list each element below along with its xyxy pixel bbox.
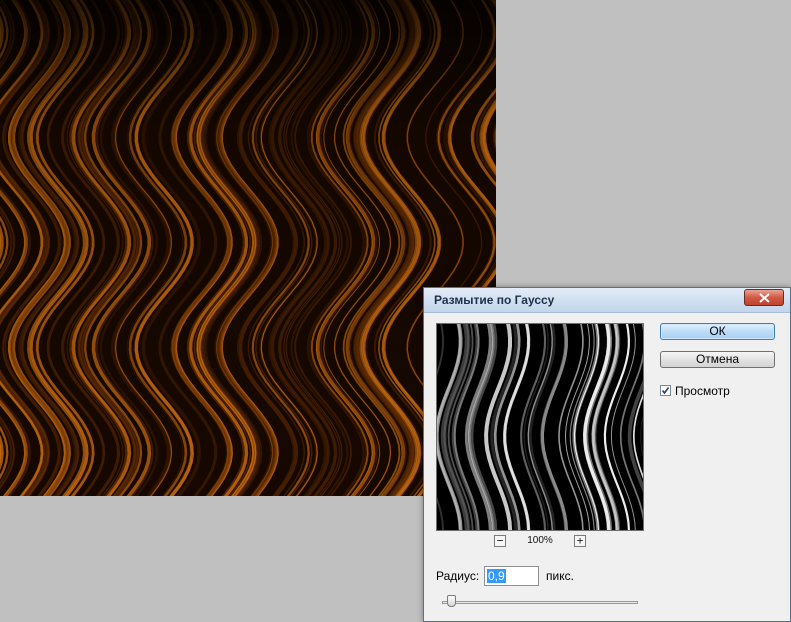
document-canvas[interactable] [0,0,496,496]
cancel-button[interactable]: Отмена [660,351,775,368]
gaussian-blur-dialog: Размытие по Гауссу − 100% + ОК Отмена Пр… [423,287,791,622]
close-icon [759,293,770,303]
zoom-out-button[interactable]: − [494,535,506,547]
dialog-title: Размытие по Гауссу [434,293,555,307]
radius-input[interactable]: 0,9 [484,566,539,586]
dialog-titlebar[interactable]: Размытие по Гауссу [424,288,790,313]
radius-slider-thumb[interactable] [447,595,456,607]
zoom-level: 100% [527,535,553,546]
radius-slider-track[interactable] [442,601,638,604]
preview-checkbox-label: Просмотр [675,384,730,398]
radius-unit-label: пикс. [546,569,574,583]
preview-checkbox[interactable] [660,385,671,396]
radius-value: 0,9 [487,569,506,583]
radius-label: Радиус: [436,569,480,583]
hair-texture-image [0,0,496,496]
zoom-in-button[interactable]: + [574,535,586,547]
preview-pane[interactable] [436,323,644,531]
close-button[interactable] [744,289,784,306]
blur-preview-image [437,324,643,530]
checkmark-icon [661,387,670,395]
ok-button[interactable]: ОК [660,323,775,340]
